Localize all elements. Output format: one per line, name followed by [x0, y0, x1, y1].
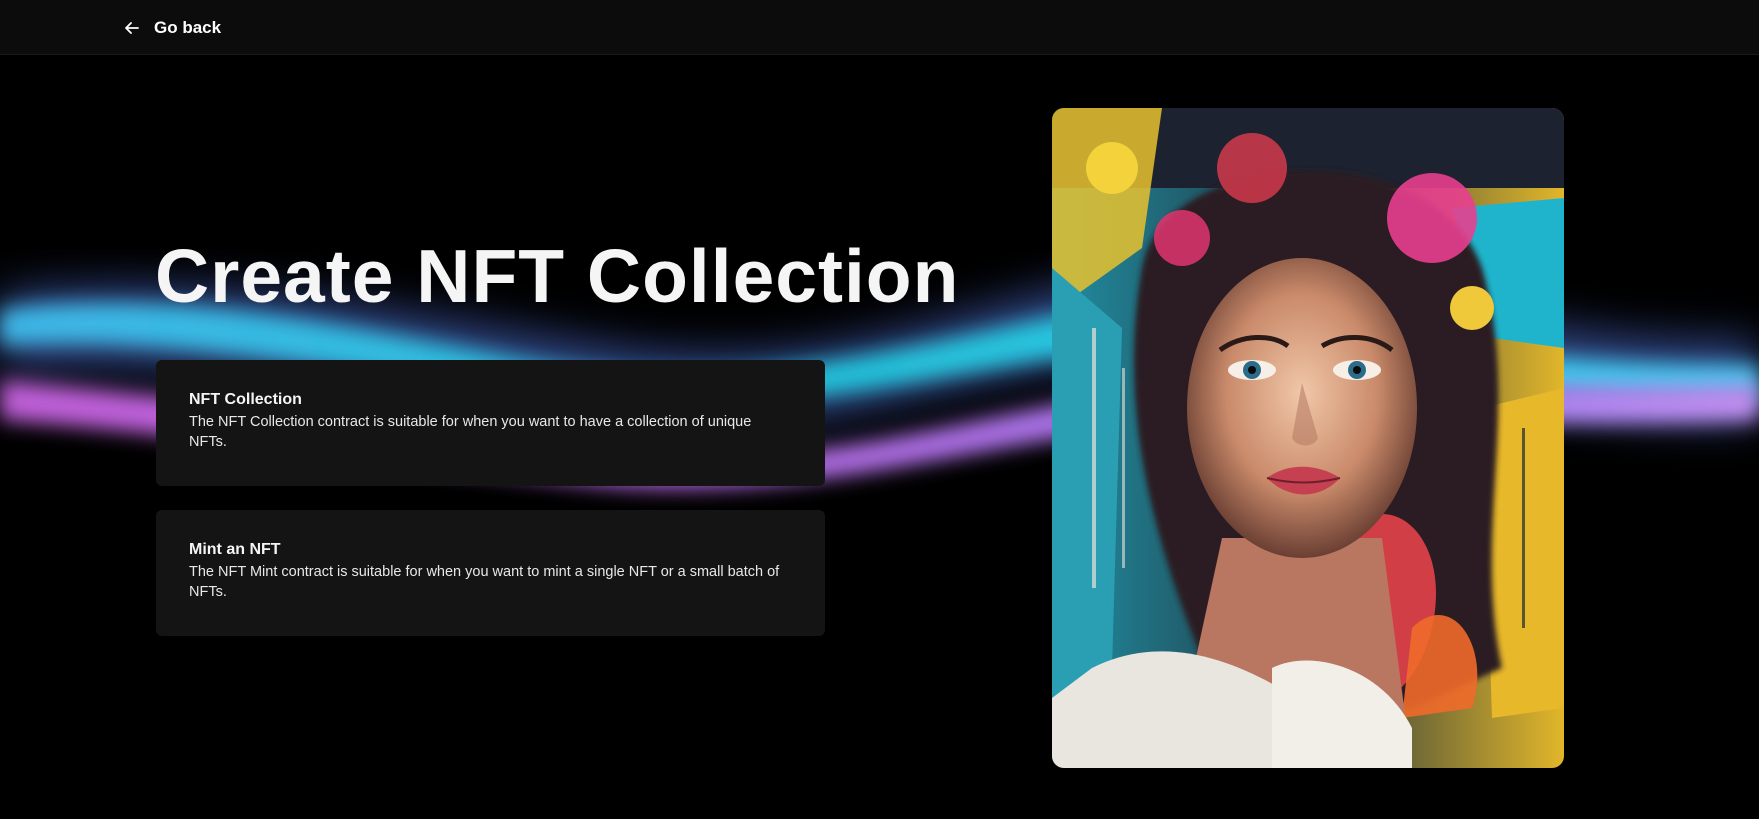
option-title: NFT Collection: [189, 391, 302, 408]
top-bar: Go back: [0, 0, 1759, 55]
artwork-image: [1052, 108, 1564, 768]
option-description: The NFT Mint contract is suitable for wh…: [189, 564, 780, 600]
option-card-mint-nft[interactable]: Mint an NFT The NFT Mint contract is sui…: [156, 510, 825, 636]
arrow-left-icon: [124, 20, 140, 36]
option-card-nft-collection[interactable]: NFT Collection The NFT Collection contra…: [156, 360, 825, 486]
option-title: Mint an NFT: [189, 541, 281, 558]
go-back-label: Go back: [154, 18, 222, 37]
option-description: The NFT Collection contract is suitable …: [189, 414, 752, 450]
page-title: Create NFT Collection: [155, 234, 960, 318]
go-back-button[interactable]: Go back: [124, 15, 221, 41]
